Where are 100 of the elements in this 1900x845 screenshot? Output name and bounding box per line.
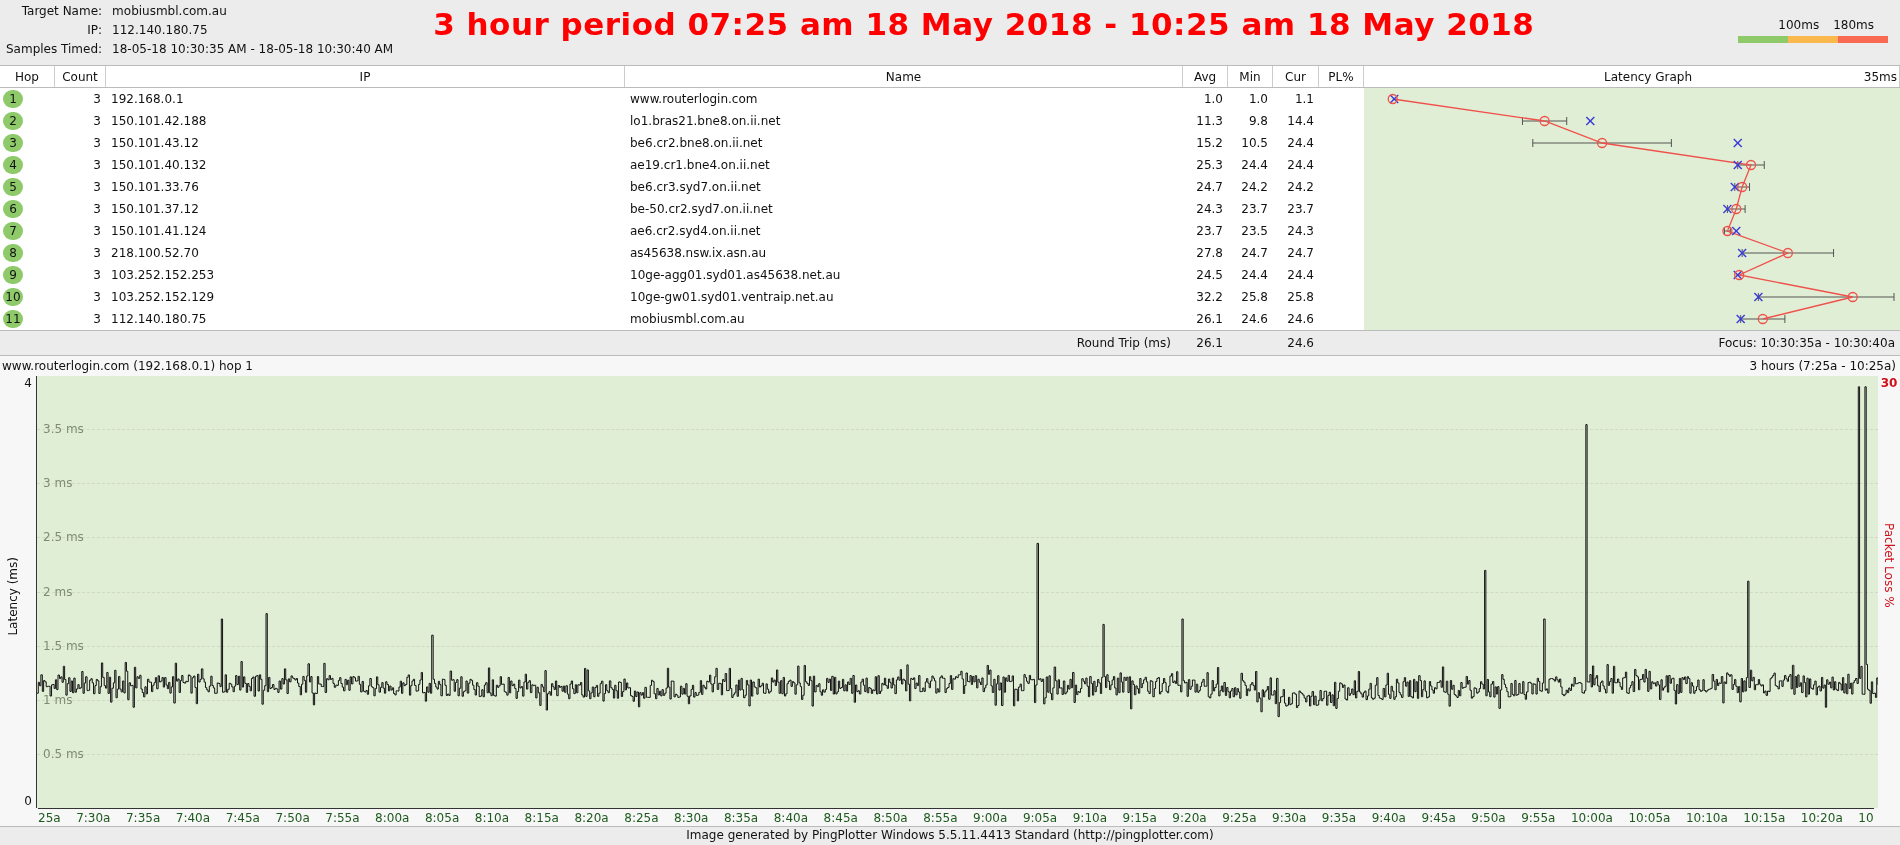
column-header[interactable]: Latency Graph: [1604, 69, 1693, 84]
column-header[interactable]: Name: [625, 66, 1183, 87]
field-value: 112.140.180.75: [112, 23, 209, 37]
axis-label: 7:35a: [125, 810, 161, 825]
legend-label: 180ms: [1833, 18, 1874, 32]
average-marker: [1596, 137, 1608, 149]
range-bar: [1740, 314, 1786, 324]
hop-badge: 4: [3, 156, 23, 174]
range-bar: [1726, 204, 1746, 214]
column-header[interactable]: Min: [1228, 66, 1273, 87]
hop-badge: 8: [3, 244, 23, 262]
column-header[interactable]: IP: [106, 66, 625, 87]
table-cell: 218.100.52.70: [111, 246, 199, 260]
axis-label: 8:55a: [923, 810, 958, 825]
axis-label: 30: [1880, 376, 1898, 390]
axis-label: 10:05a: [1628, 810, 1671, 825]
axis-label: 8:20a: [574, 810, 609, 825]
grid-label: 1.5 ms: [43, 638, 84, 653]
table-cell: 24.4: [1287, 158, 1314, 172]
current-marker: [1735, 314, 1746, 324]
table-cell: 1.0: [1203, 92, 1223, 106]
hop-badge: 5: [3, 178, 23, 196]
hop-badge: 1: [3, 90, 23, 108]
table-cell: 3: [93, 114, 101, 128]
current-marker: [1733, 160, 1743, 170]
axis-label: 8:40a: [773, 810, 809, 825]
table-cell: as45638.nsw.ix.asn.au: [630, 246, 767, 260]
table-cell: 192.168.0.1: [111, 92, 184, 106]
summary-value: 26.1: [1196, 336, 1223, 350]
average-marker: [1757, 313, 1768, 325]
axis-label: 25a: [38, 810, 61, 825]
axis-label: 8:35a: [723, 810, 759, 825]
hop-badge: 10: [3, 288, 23, 306]
table-cell: mobiusmbl.com.au: [630, 312, 745, 326]
average-marker: [1847, 291, 1858, 303]
average-marker: [1539, 115, 1550, 127]
table-cell: 103.252.152.253: [111, 268, 215, 282]
average-marker: [1745, 159, 1757, 171]
period-title: 3 hour period 07:25 am 18 May 2018 - 10:25 am 18 May 2018: [433, 6, 1535, 42]
table-cell: 24.4: [1287, 268, 1314, 282]
current-marker: [1731, 226, 1741, 236]
table-cell: 25.3: [1196, 158, 1223, 172]
axis-label: 8:05a: [424, 810, 460, 825]
axis-label: 0: [24, 794, 33, 808]
hop-badge: 2: [3, 112, 23, 130]
hop-badge: 3: [3, 134, 23, 152]
summary-value: 24.6: [1287, 336, 1314, 350]
axis-label: 9:50a: [1471, 810, 1506, 825]
table-cell: 3: [93, 224, 101, 238]
column-header[interactable]: Cur: [1273, 66, 1319, 87]
field-label: IP:: [86, 23, 103, 37]
column-header[interactable]: PL%: [1319, 66, 1364, 87]
axis-label: 9:15a: [1122, 810, 1157, 825]
table-cell: 11.3: [1196, 114, 1223, 128]
current-marker: [1585, 116, 1595, 126]
table-cell: 32.2: [1196, 290, 1223, 304]
table-cell: 24.4: [1241, 158, 1268, 172]
column-header[interactable]: Avg: [1183, 66, 1228, 87]
scale-label: 35ms: [1863, 69, 1897, 84]
table-cell: 25.8: [1287, 290, 1314, 304]
summary-label: Round Trip (ms): [1076, 336, 1171, 350]
grid-label: 1 ms: [43, 692, 73, 707]
column-header[interactable]: Hop: [0, 66, 55, 87]
axis-label: 9:05a: [1022, 810, 1058, 825]
table-cell: 24.2: [1287, 180, 1314, 194]
table-cell: ae19.cr1.bne4.on.ii.net: [630, 158, 770, 172]
current-marker: [1730, 182, 1740, 192]
field-value: 18-05-18 10:30:35 AM - 18-05-18 10:30:40 AM: [112, 42, 394, 56]
table-cell: 10.5: [1241, 136, 1268, 150]
grid-label: 0.5 ms: [43, 746, 84, 761]
axis-label: 4: [24, 376, 33, 390]
range-bar: [1737, 160, 1765, 170]
grid-label: 2 ms: [43, 584, 73, 599]
axis-label: 9:40a: [1371, 810, 1406, 825]
table-cell: 10ge-agg01.syd01.as45638.net.au: [630, 268, 841, 282]
table-cell: 150.101.40.132: [111, 158, 207, 172]
field-value: mobiusmbl.com.au: [112, 4, 228, 18]
table-cell: 14.4: [1287, 114, 1314, 128]
table-cell: 3: [93, 290, 101, 304]
column-header[interactable]: Count: [55, 66, 106, 87]
table-cell: 3: [93, 158, 101, 172]
grid-label: 2.5 ms: [43, 530, 84, 545]
table-cell: 3: [93, 268, 101, 282]
table-cell: 24.7: [1241, 246, 1268, 260]
axis-label: 7:45a: [225, 810, 260, 825]
table-cell: 1.0: [1248, 92, 1268, 106]
table-cell: 24.3: [1196, 202, 1223, 216]
axis-label: 10:15a: [1743, 810, 1786, 825]
table-cell: 23.7: [1196, 224, 1223, 238]
axis-label: 8:30a: [674, 810, 709, 825]
axis-label: 9:35a: [1321, 810, 1357, 825]
table-cell: 103.252.152.129: [111, 290, 215, 304]
table-cell: 24.3: [1287, 224, 1314, 238]
axis-label: 8:10a: [474, 810, 510, 825]
axis-label: 8:25a: [624, 810, 659, 825]
axis-label: 10: [1858, 810, 1874, 825]
table-cell: 112.140.180.75: [111, 312, 207, 326]
hop-badge: 6: [3, 200, 23, 218]
axis-label: 9:30a: [1272, 810, 1307, 825]
current-marker: [1722, 204, 1733, 214]
